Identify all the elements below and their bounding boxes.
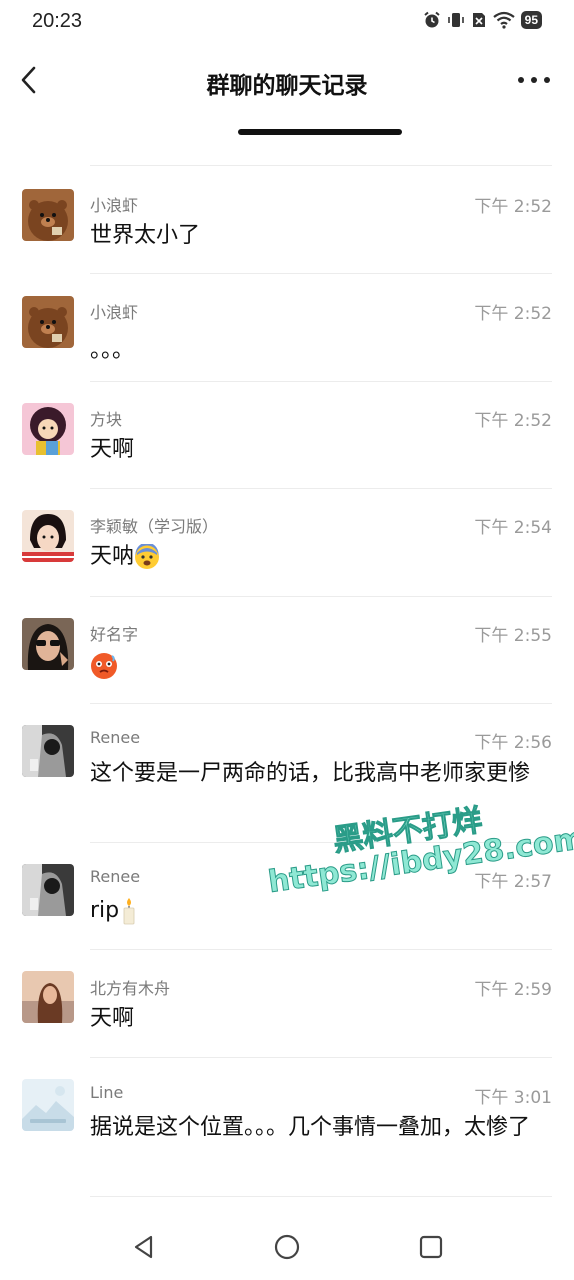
message-time: 下午 2:57 [474,872,552,892]
sunglasses-woman-avatar[interactable] [22,618,74,670]
fearful-face-emoji [135,544,160,569]
sunset-woman-avatar[interactable] [22,971,74,1023]
sim-off-icon [472,13,485,27]
bear-avatar[interactable] [22,189,74,241]
candle-emoji [123,898,135,925]
sender-name: 北方有木舟 [90,979,171,998]
message-item[interactable]: 方块 下午 2:52 天啊 [0,381,574,488]
message-text: 天啊 [90,1006,135,1031]
message-time: 下午 2:59 [474,980,552,1000]
status-icons: 95 [423,11,542,29]
message-text: 据说是这个位置。。。几个事情一叠加，太惨了 [90,1115,531,1140]
message-item[interactable]: 好名字 下午 2:55 [0,596,574,703]
system-nav-bar [0,1214,574,1280]
message-item[interactable]: 北方有木舟 下午 2:59 天啊 [0,949,574,1057]
landscape-placeholder-avatar[interactable] [22,1079,74,1131]
home-circle-icon [274,1234,300,1260]
message-text: 世界太小了 [90,223,201,248]
message-item[interactable]: 小浪虾 下午 2:52 。。。 [0,273,574,381]
status-bar: 20:23 95 [0,0,574,44]
header: 群聊的聊天记录 [0,54,574,106]
sender-name: 小浪虾 [90,196,139,215]
screen: 20:23 95 群聊的聊天记录 小浪虾 下午 2:52 世界太小了 小浪虾 下… [0,0,574,1280]
message-item[interactable]: Line 下午 3:01 据说是这个位置。。。几个事情一叠加，太惨了 [0,1057,574,1196]
message-time: 下午 2:55 [474,626,552,646]
vibrate-icon [447,13,464,27]
message-text: 。。。 [90,338,135,363]
message-item[interactable]: 李颖敏（学习版） 下午 2:54 天呐 [0,488,574,596]
message-text [90,650,552,682]
message-time: 下午 2:52 [474,197,552,217]
battery-icon: 95 [520,11,542,29]
nav-recents-button[interactable] [416,1232,446,1262]
message-text: rip [90,895,552,927]
message-time: 下午 2:52 [474,304,552,324]
divider [90,1196,552,1197]
page-title: 群聊的聊天记录 [206,73,368,99]
recents-square-icon [419,1235,443,1259]
scroll-indicator[interactable] [238,129,402,135]
bear-avatar[interactable] [22,296,74,348]
nav-home-button[interactable] [272,1232,302,1262]
message-time: 下午 2:52 [474,411,552,431]
status-time: 20:23 [32,10,83,32]
sender-name: Renee [90,728,141,747]
alarm-icon [424,11,440,28]
message-time: 下午 2:54 [474,518,552,538]
sender-name: Renee [90,867,141,886]
sender-name: Line [90,1083,124,1102]
more-button[interactable] [516,72,552,88]
nav-back-button[interactable] [129,1232,159,1262]
more-dots-icon [518,77,550,83]
hot-face-emoji [91,653,117,679]
bw-photo-avatar[interactable] [22,864,74,916]
girl-illustration-avatar[interactable] [22,403,74,455]
message-text: 天呐 [90,541,552,573]
bw-photo-avatar[interactable] [22,725,74,777]
message-item[interactable]: Renee 下午 2:57 rip [0,842,574,949]
sender-name: 小浪虾 [90,303,139,322]
sender-name: 好名字 [90,625,139,644]
sender-name: 方块 [90,410,123,429]
anime-girl-avatar[interactable] [22,510,74,562]
wifi-icon [492,11,515,29]
message-text: 这个要是一尸两命的话，比我高中老师家更惨 [90,761,531,786]
message-text: 天啊 [90,437,135,462]
sender-name: 李颖敏（学习版） [90,517,219,536]
message-time: 下午 3:01 [474,1088,552,1108]
message-item[interactable]: Renee 下午 2:56 这个要是一尸两命的话，比我高中老师家更惨 [0,703,574,842]
back-triangle-icon [134,1235,153,1259]
message-text-content: rip [90,898,120,923]
message-time: 下午 2:56 [474,733,552,753]
message-text-content: 天呐 [90,544,135,569]
message-item[interactable]: 小浪虾 下午 2:52 世界太小了 [0,165,574,273]
